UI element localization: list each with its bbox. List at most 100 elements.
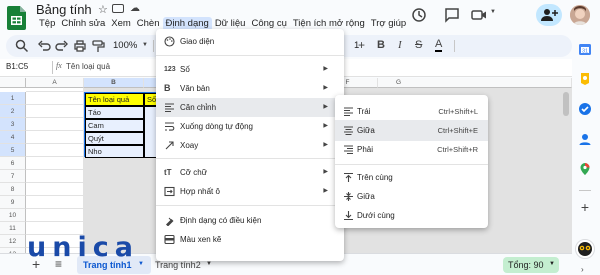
row-header-11[interactable]: 11: [0, 222, 26, 235]
row-header-1[interactable]: 1: [0, 92, 26, 105]
row-header-10[interactable]: 10: [0, 209, 26, 222]
history-icon[interactable]: [410, 6, 428, 24]
increase-font-size-icon[interactable]: +: [358, 38, 365, 52]
strikethrough-icon[interactable]: S: [415, 39, 422, 51]
menu-item-alignment[interactable]: Căn chỉnh ▶: [156, 98, 344, 117]
cloud-status-icon[interactable]: ☁: [130, 3, 140, 14]
zoom-dropdown-icon[interactable]: ▼: [142, 42, 148, 48]
submenu-item-align-center[interactable]: Giữa Ctrl+Shift+E: [335, 120, 488, 141]
menu-item-text[interactable]: B Văn bản ▶: [156, 79, 344, 98]
sum-label: Tổng: 90: [508, 260, 544, 270]
cell-b5[interactable]: Nho: [85, 145, 144, 158]
row-header-7[interactable]: 7: [0, 170, 26, 183]
undo-icon[interactable]: [36, 38, 52, 54]
menu-item-merge-cells[interactable]: Hợp nhất ô ▶: [156, 182, 344, 201]
expand-panel-icon[interactable]: ›: [581, 265, 584, 274]
submenu-item-align-left[interactable]: Trái Ctrl+Shift+L: [335, 101, 488, 122]
contacts-icon[interactable]: [578, 132, 592, 146]
search-icon[interactable]: [14, 38, 30, 54]
sheet-tab-2[interactable]: Trang tính2: [155, 260, 201, 270]
chevron-down-icon[interactable]: ▼: [490, 9, 496, 15]
row-header-2[interactable]: 2: [0, 105, 26, 118]
row-header-9[interactable]: 9: [0, 196, 26, 209]
menu-item-conditional-formatting[interactable]: Định dạng có điều kiện: [156, 211, 344, 230]
submenu-arrow-icon: ▶: [323, 104, 328, 110]
row-header-6[interactable]: 6: [0, 157, 26, 170]
cell-b1[interactable]: Tên loại quả: [85, 93, 144, 106]
cell-b3[interactable]: Cam: [85, 119, 144, 132]
column-header-g[interactable]: G: [378, 78, 572, 88]
align-left-icon: [164, 102, 175, 113]
menu-edit[interactable]: Chỉnh sửa: [58, 17, 108, 31]
menu-item-rotation[interactable]: Xoay ▶: [156, 136, 344, 155]
add-addon-icon[interactable]: +: [578, 200, 592, 214]
formula-input[interactable]: Tên loại quả: [66, 62, 110, 71]
row-header-3[interactable]: 3: [0, 118, 26, 131]
print-icon[interactable]: [72, 38, 88, 54]
row-header-4[interactable]: 4: [0, 131, 26, 144]
submenu-arrow-icon: ▶: [323, 123, 328, 129]
align-right-icon: [343, 144, 354, 155]
side-panel-divider: [579, 190, 591, 191]
text-color-icon[interactable]: A: [435, 38, 443, 52]
row-header-5[interactable]: 5: [0, 144, 26, 157]
meet-video-icon[interactable]: [470, 6, 488, 24]
menu-item-alternating-colors[interactable]: Màu xen kẽ: [156, 230, 344, 249]
column-header-a[interactable]: A: [26, 78, 84, 88]
row-header-12[interactable]: 12: [0, 235, 26, 248]
select-all-corner[interactable]: [0, 78, 26, 88]
row-header-8[interactable]: 8: [0, 183, 26, 196]
tasks-icon[interactable]: [578, 102, 592, 116]
menu-item-number[interactable]: 123 Số ▶: [156, 60, 344, 79]
share-button[interactable]: [536, 4, 562, 26]
document-title[interactable]: Bảng tính: [36, 2, 92, 17]
sum-dropdown-icon[interactable]: ▼: [549, 261, 555, 267]
bold-icon[interactable]: B: [377, 39, 385, 51]
unica-watermark-logo: unica: [27, 232, 139, 263]
column-header-b[interactable]: B: [84, 78, 144, 88]
comment-icon[interactable]: [443, 6, 461, 24]
menu-view[interactable]: Xem: [108, 17, 134, 31]
move-folder-icon[interactable]: [112, 4, 124, 13]
submenu-arrow-icon: ▶: [323, 169, 328, 175]
menu-item-wrapping[interactable]: Xuống dòng tự động ▶: [156, 117, 344, 136]
submenu-item-align-right[interactable]: Phải Ctrl+Shift+R: [335, 139, 488, 160]
bold-icon: B: [164, 83, 171, 93]
menu-item-theme[interactable]: Giao diện: [156, 32, 344, 51]
vertical-scrollbar[interactable]: [563, 92, 569, 116]
avatar[interactable]: [570, 5, 590, 25]
name-box[interactable]: B1:C5: [6, 62, 28, 71]
menu-item-font-size[interactable]: tT Cỡ chữ ▶: [156, 163, 344, 182]
menu-separator: [156, 158, 344, 159]
menu-file[interactable]: Tệp: [36, 17, 58, 31]
side-panel: 31 + ›: [572, 34, 600, 275]
menu-help[interactable]: Trợ giúp: [368, 17, 409, 31]
align-center-icon: [343, 125, 354, 136]
explore-icon[interactable]: [575, 239, 595, 259]
conditional-format-icon: [164, 215, 175, 226]
redo-icon[interactable]: [54, 38, 70, 54]
merge-cells-icon: [164, 186, 175, 197]
alternating-colors-icon: [164, 234, 175, 245]
submenu-arrow-icon: ▶: [323, 66, 328, 72]
star-icon[interactable]: ☆: [98, 3, 108, 16]
cell-b2[interactable]: Táo: [85, 106, 144, 119]
toolbar-divider: [153, 40, 154, 52]
sheet-tab-2-menu-icon[interactable]: ▼: [206, 261, 212, 267]
submenu-item-align-middle[interactable]: Giữa: [335, 186, 488, 207]
text-wrap-icon: [164, 121, 175, 132]
zoom-select[interactable]: 100%: [113, 40, 137, 51]
submenu-item-align-bottom[interactable]: Dưới cùng: [335, 205, 488, 226]
keep-icon[interactable]: [578, 72, 592, 86]
submenu-separator: [335, 164, 488, 165]
maps-icon[interactable]: [578, 162, 592, 176]
submenu-item-align-top[interactable]: Trên cùng: [335, 167, 488, 188]
paint-format-icon[interactable]: [90, 38, 106, 54]
cell-b4[interactable]: Quýt: [85, 132, 144, 145]
calendar-icon[interactable]: 31: [578, 42, 592, 56]
text-rotation-icon: [164, 140, 175, 151]
submenu-arrow-icon: ▶: [323, 188, 328, 194]
sheets-logo-icon[interactable]: [7, 6, 26, 30]
italic-icon[interactable]: I: [398, 39, 402, 51]
formula-divider: [52, 61, 53, 74]
